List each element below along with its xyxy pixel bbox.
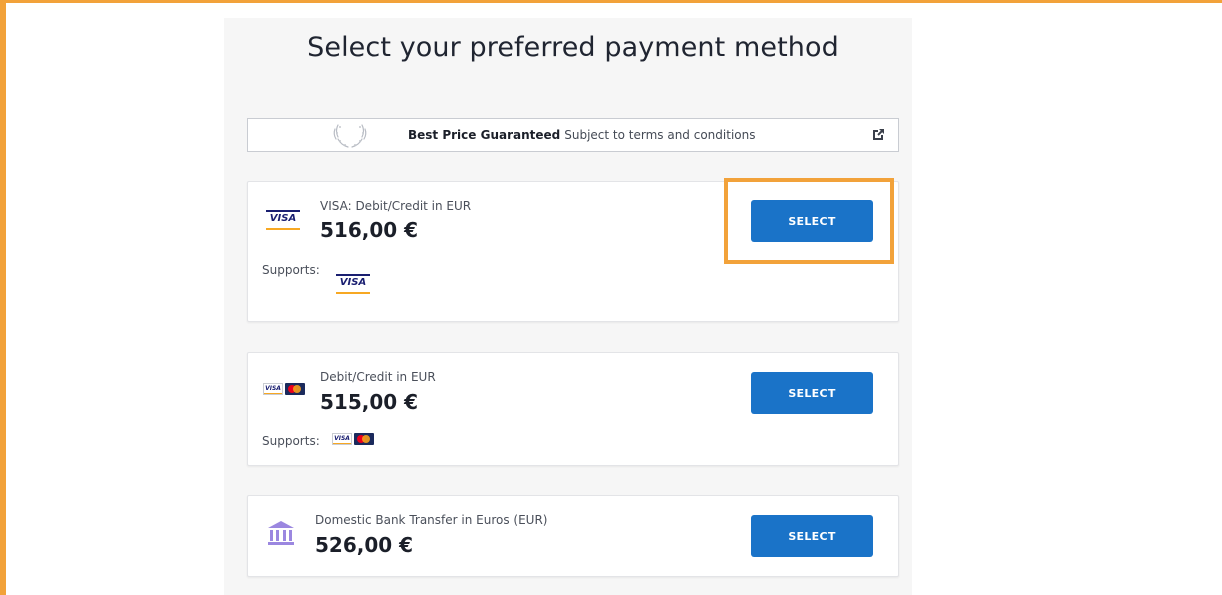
payment-method-bank-transfer: Domestic Bank Transfer in Euros (EUR) 52… xyxy=(247,495,899,577)
payment-method-debit-credit: VISA Debit/Credit in EUR 515,00 € Suppor… xyxy=(247,352,899,466)
supported-cards-icon: VISA xyxy=(332,433,374,445)
page-title: Select your preferred payment method xyxy=(307,32,839,63)
external-link-icon[interactable] xyxy=(870,127,886,143)
visa-logo-icon: VISA xyxy=(266,210,300,230)
highlight-frame-top xyxy=(0,0,1222,3)
method-price: 515,00 € xyxy=(320,390,419,414)
supports-label: Supports: xyxy=(262,263,320,277)
supported-visa-icon: VISA xyxy=(336,274,370,294)
method-name: Domestic Bank Transfer in Euros (EUR) xyxy=(315,513,548,527)
supports-label: Supports: xyxy=(262,434,320,448)
best-price-title: Best Price Guaranteed xyxy=(408,128,561,142)
bank-icon xyxy=(268,521,294,545)
select-button-debit-credit[interactable]: SELECT xyxy=(751,372,873,414)
best-price-text: Best Price Guaranteed Subject to terms an… xyxy=(408,128,755,142)
method-name: VISA: Debit/Credit in EUR xyxy=(320,199,472,213)
method-price: 526,00 € xyxy=(315,533,414,557)
visa-mastercard-icon: VISA xyxy=(263,383,305,395)
select-highlight-box xyxy=(724,178,894,264)
terms-text: Subject to terms and conditions xyxy=(564,128,756,142)
highlight-frame-left xyxy=(0,0,6,595)
payment-panel: Select your preferred payment method Bes… xyxy=(224,18,912,595)
method-name: Debit/Credit in EUR xyxy=(320,370,436,384)
best-price-banner[interactable]: Best Price Guaranteed Subject to terms an… xyxy=(247,118,899,152)
laurel-icon xyxy=(333,124,367,148)
method-price: 516,00 € xyxy=(320,218,419,242)
select-button-bank-transfer[interactable]: SELECT xyxy=(751,515,873,557)
